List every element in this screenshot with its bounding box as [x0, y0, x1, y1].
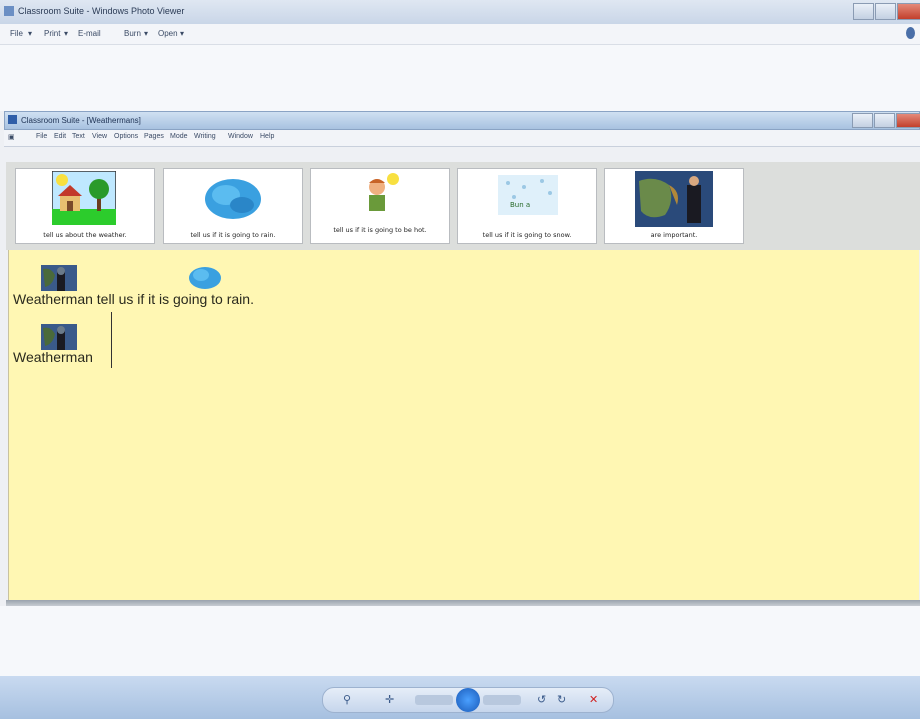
- app-icon: [8, 115, 17, 124]
- document-area[interactable]: Weatherman tell us if it is going to rai…: [8, 250, 919, 600]
- viewer-window-buttons: [852, 3, 920, 20]
- rotate-left-icon[interactable]: ↺: [537, 693, 546, 706]
- document-line: Weatherman tell us if it is going to rai…: [13, 291, 254, 307]
- menu-writing[interactable]: Writing: [194, 133, 216, 140]
- zoom-icon[interactable]: ⚲: [343, 693, 351, 706]
- snow-icon: [498, 175, 558, 215]
- word-card-caption: tell us about the weather.: [43, 231, 127, 239]
- menu-pages[interactable]: Pages: [144, 133, 164, 140]
- menu-options[interactable]: Options: [114, 133, 138, 140]
- document-line: Weatherman: [13, 349, 93, 365]
- rotate-right-icon[interactable]: ↻: [557, 693, 566, 706]
- chevron-down-icon: ▾: [180, 29, 185, 38]
- viewer-app-icon: [4, 6, 14, 16]
- menu-file[interactable]: File: [36, 133, 47, 140]
- word-card-caption: tell us if it is going to be hot.: [333, 226, 427, 234]
- weatherman-symbol-icon: [41, 324, 77, 350]
- help-icon[interactable]: [906, 27, 915, 39]
- close-icon[interactable]: [896, 113, 920, 128]
- viewer-menu-open[interactable]: Open: [158, 29, 178, 38]
- viewer-menu-file[interactable]: File: [10, 29, 23, 38]
- word-card[interactable]: tell us if it is going to be hot.: [310, 168, 450, 244]
- chevron-down-icon: ▾: [64, 29, 69, 38]
- close-icon[interactable]: [897, 3, 920, 20]
- previous-button[interactable]: [415, 695, 453, 705]
- menu-help[interactable]: Help: [260, 133, 274, 140]
- app-title-bar: Classroom Suite - [Weathermans]: [4, 111, 920, 130]
- viewer-menu-print[interactable]: Print: [44, 29, 60, 38]
- weatherman-photo-icon: [635, 171, 713, 227]
- viewer-menu-burn[interactable]: Burn: [124, 29, 141, 38]
- viewer-menu-email[interactable]: E-mail: [78, 29, 101, 38]
- viewer-title: Classroom Suite - Windows Photo Viewer: [18, 6, 185, 16]
- slideshow-button[interactable]: [456, 688, 480, 712]
- word-card-caption: tell us if it is going to snow.: [482, 231, 572, 239]
- delete-icon[interactable]: ✕: [589, 693, 598, 706]
- app-system-icon[interactable]: ▣: [8, 133, 15, 141]
- word-card-caption: are important.: [650, 231, 698, 239]
- weatherman-symbol-icon: [41, 265, 77, 291]
- maximize-icon[interactable]: [875, 3, 896, 20]
- menu-text[interactable]: Text: [72, 133, 85, 140]
- minimize-icon[interactable]: [852, 113, 873, 128]
- app-menu-bar: ▣ File Edit Text View Options Pages Mode…: [4, 130, 920, 147]
- app-window-buttons: [851, 113, 920, 128]
- word-bank: tell us about the weather. tell us if it…: [6, 162, 920, 250]
- app-title: Classroom Suite - [Weathermans]: [21, 116, 141, 125]
- viewer-menu-bar: File ▾ Print ▾ E-mail Burn ▾ Open ▾: [0, 24, 920, 45]
- word-card-caption: tell us if it is going to rain.: [190, 231, 276, 239]
- hot-person-icon: [369, 173, 399, 211]
- word-card[interactable]: Bun a tell us if it is going to snow.: [457, 168, 597, 244]
- actual-size-icon[interactable]: ✛: [385, 693, 394, 706]
- maximize-icon[interactable]: [874, 113, 895, 128]
- viewer-canvas-top: [0, 45, 920, 111]
- house-tree-sun-icon: [52, 171, 116, 225]
- menu-window[interactable]: Window: [228, 133, 253, 140]
- menu-edit[interactable]: Edit: [54, 133, 66, 140]
- word-card[interactable]: tell us about the weather.: [15, 168, 155, 244]
- viewer-canvas-bottom: [0, 606, 920, 676]
- menu-view[interactable]: View: [92, 133, 107, 140]
- chevron-down-icon: ▾: [28, 29, 33, 38]
- chevron-down-icon: ▾: [144, 29, 149, 38]
- next-button[interactable]: [483, 695, 521, 705]
- viewer-control-bar: ⚲ ✛ ↺ ↻ ✕: [322, 687, 614, 713]
- snow-label: Bun a: [510, 201, 531, 209]
- rain-cloud-icon: [205, 179, 261, 219]
- menu-mode[interactable]: Mode: [170, 133, 188, 140]
- word-card[interactable]: are important.: [604, 168, 744, 244]
- word-card[interactable]: tell us if it is going to rain.: [163, 168, 303, 244]
- viewer-title-bar: Classroom Suite - Windows Photo Viewer: [0, 0, 920, 25]
- text-cursor: [111, 312, 112, 368]
- minimize-icon[interactable]: [853, 3, 874, 20]
- rain-symbol-icon: [189, 267, 221, 289]
